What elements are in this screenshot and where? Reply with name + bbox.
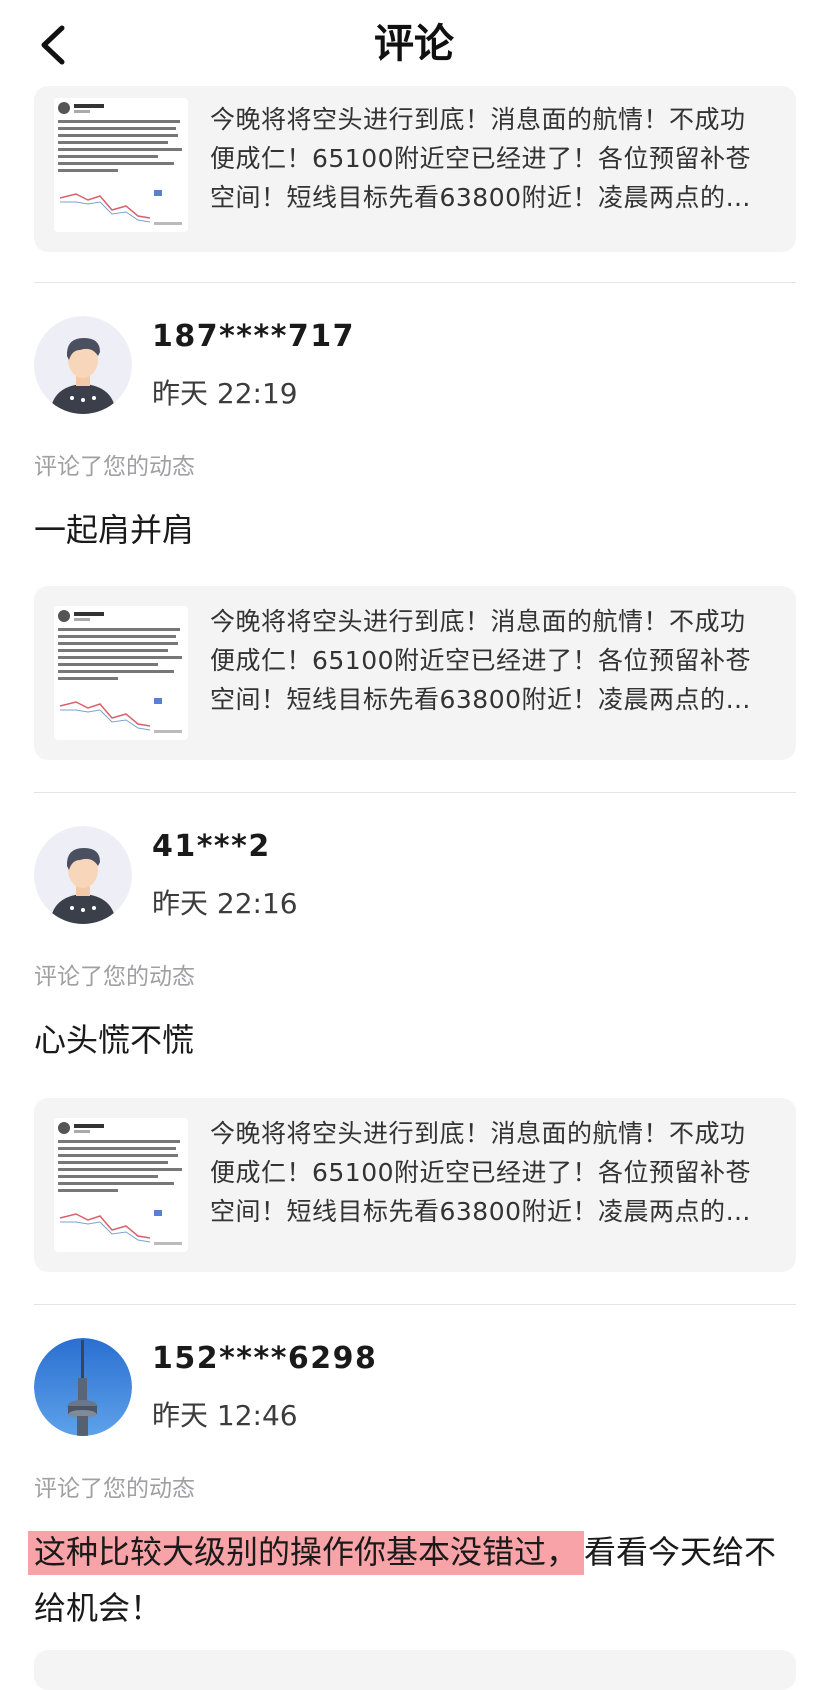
comment-time: 昨天 12:46 [152, 1399, 298, 1432]
divider [34, 1304, 796, 1305]
post-preview-card[interactable]: 今晚将将空头进行到底！消息面的航情！不成功便成仁！65100附近空已经进了！各位… [34, 1098, 796, 1272]
comment-text: 这种比较大级别的操作你基本没错过， 看看今天给不给机会！ [28, 1524, 794, 1636]
top-bar: 评论 [0, 0, 828, 90]
comment-time: 昨天 22:19 [152, 377, 298, 410]
page-title: 评论 [374, 21, 454, 67]
post-thumbnail [54, 1118, 188, 1252]
post-thumbnail [54, 606, 188, 740]
post-preview-card[interactable]: 今晚将将空头进行到底！消息面的航情！不成功便成仁！65100附近空已经进了！各位… [34, 586, 796, 760]
user-name[interactable]: 152****6298 [152, 1340, 377, 1378]
action-label: 评论了您的动态 [34, 1476, 195, 1502]
divider [34, 282, 796, 283]
avatar[interactable] [34, 826, 132, 924]
post-preview-text: 今晚将将空头进行到底！消息面的航情！不成功便成仁！65100附近空已经进了！各位… [210, 105, 752, 212]
post-thumbnail [54, 98, 188, 232]
post-preview-card[interactable] [34, 1650, 796, 1690]
post-preview-text: 今晚将将空头进行到底！消息面的航情！不成功便成仁！65100附近空已经进了！各位… [210, 1119, 752, 1226]
avatar[interactable] [34, 316, 132, 414]
user-name[interactable]: 187****717 [152, 318, 355, 356]
divider [34, 792, 796, 793]
comment-text: 一起肩并肩 [34, 511, 195, 549]
avatar[interactable] [34, 1338, 132, 1436]
post-preview-card[interactable]: 今晚将将空头进行到底！消息面的航情！不成功便成仁！65100附近空已经进了！各位… [34, 86, 796, 252]
post-preview-text: 今晚将将空头进行到底！消息面的航情！不成功便成仁！65100附近空已经进了！各位… [210, 607, 752, 714]
comment-time: 昨天 22:16 [152, 887, 298, 920]
highlighted-text: 这种比较大级别的操作你基本没错过， [28, 1531, 585, 1575]
user-name[interactable]: 41***2 [152, 828, 271, 866]
action-label: 评论了您的动态 [34, 454, 195, 480]
action-label: 评论了您的动态 [34, 964, 195, 990]
comment-text: 心头慌不慌 [34, 1021, 195, 1059]
